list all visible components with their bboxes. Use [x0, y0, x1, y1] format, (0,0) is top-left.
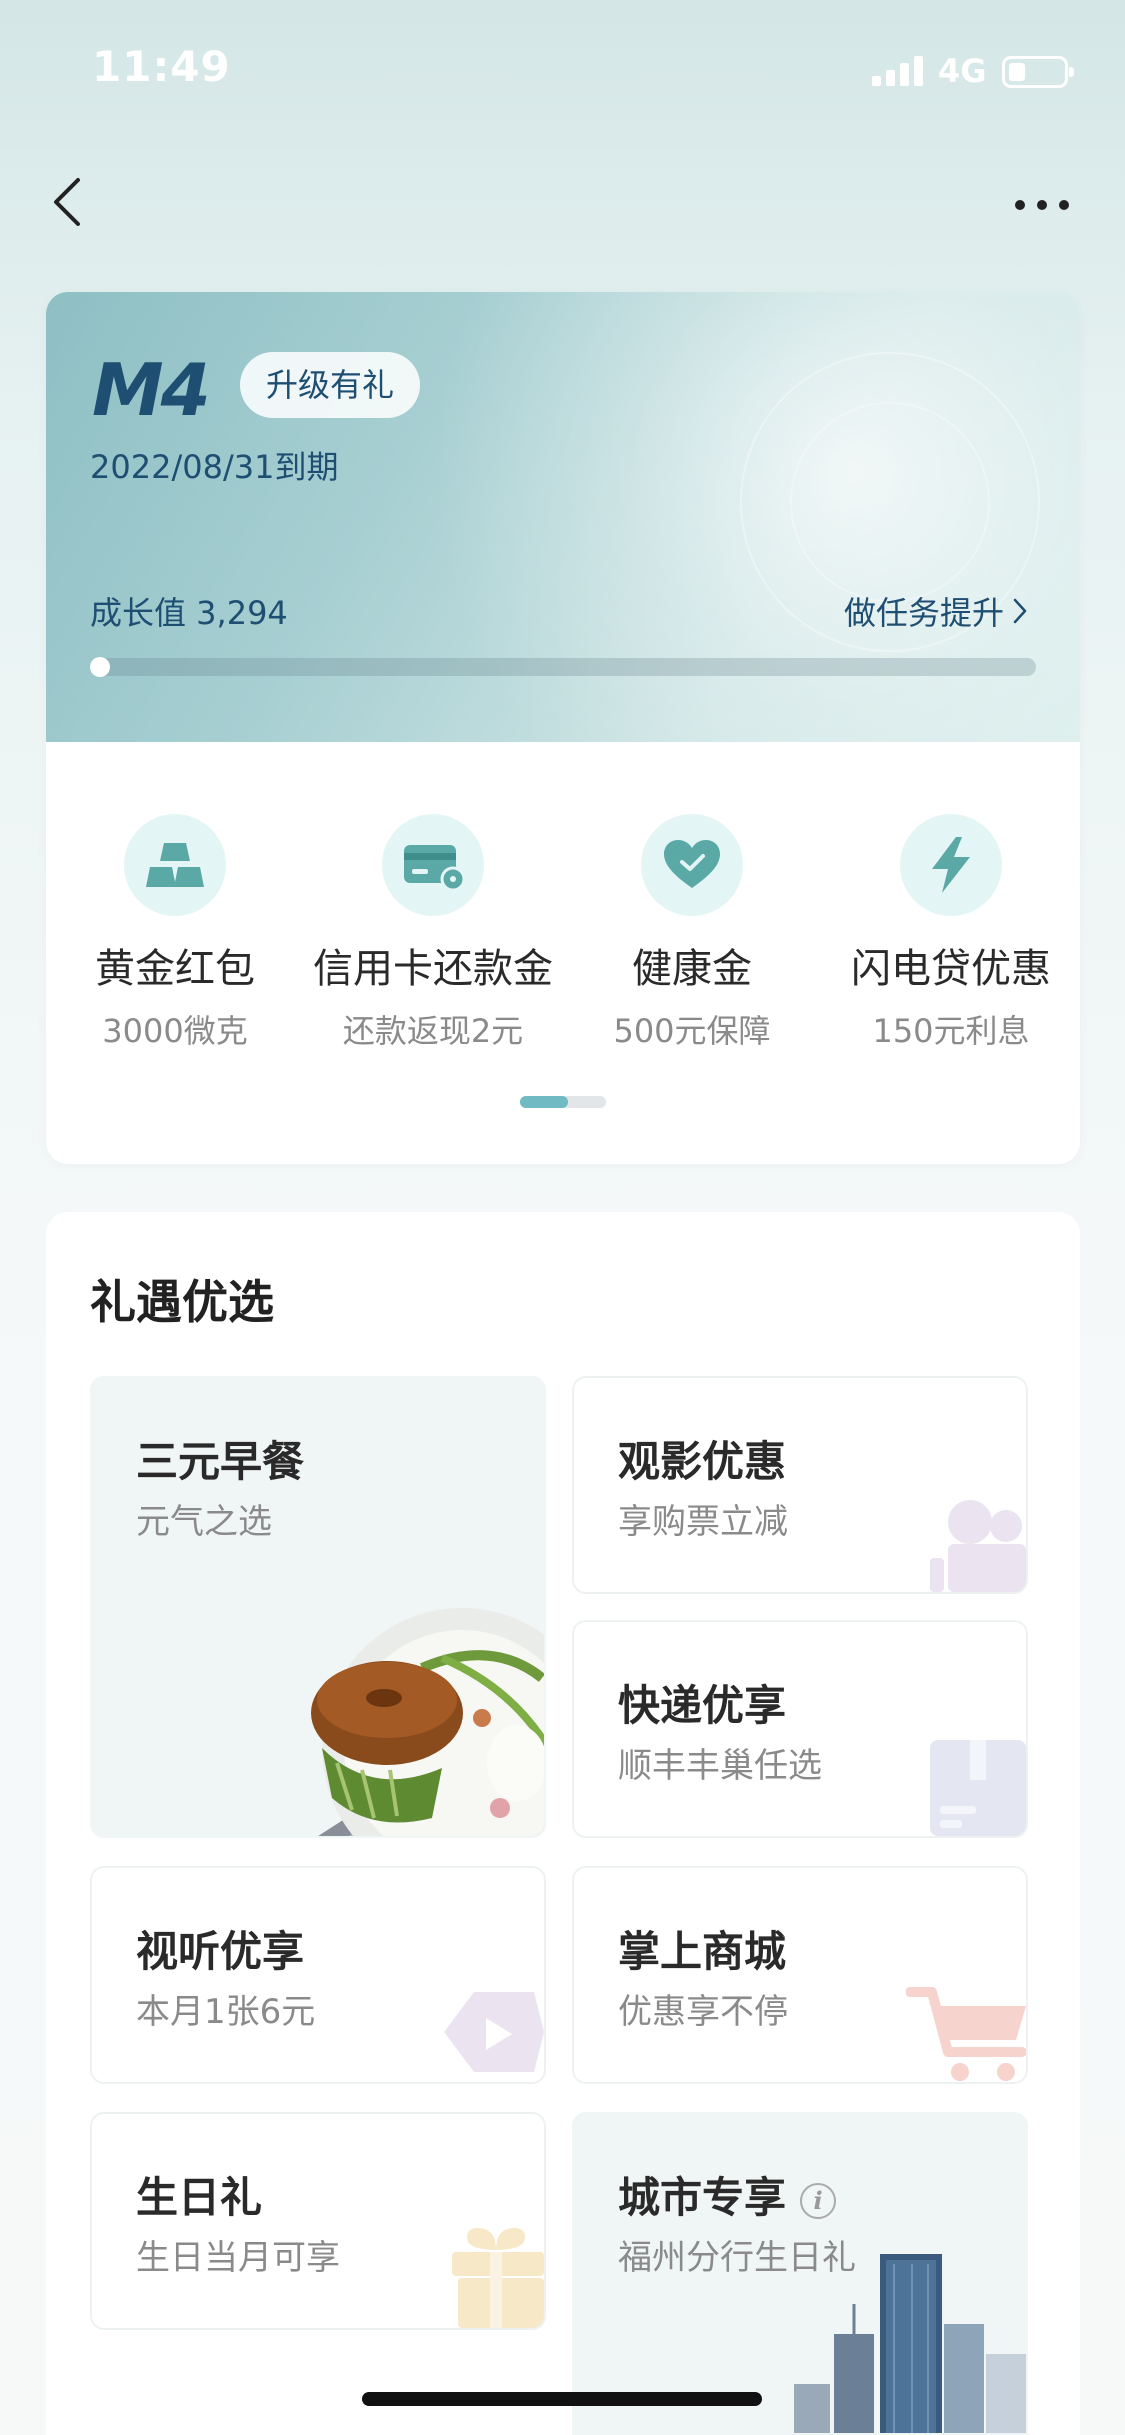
gift-tile-mall[interactable]: 掌上商城 优惠享不停: [572, 1866, 1028, 2084]
gift-title: 三元早餐: [136, 1437, 305, 1486]
growth-progress-bar: [90, 657, 1036, 677]
benefit-item[interactable]: 闪电贷优惠 150元利息: [822, 814, 1080, 1052]
gift-title: 城市专享: [618, 2173, 787, 2222]
expiry-date: 2022/08/31到期: [90, 448, 339, 486]
card-decoration: [790, 402, 990, 602]
gift-subtitle: 享购票立减: [618, 1502, 788, 1542]
package-icon: [930, 1740, 1026, 1836]
gift-title: 观影优惠: [618, 1437, 787, 1486]
status-bar: 11:49 4G: [0, 0, 1125, 140]
member-level: M4: [92, 348, 211, 432]
benefit-title: 信用卡还款金: [313, 946, 553, 992]
gift-tile-birthday[interactable]: 生日礼 生日当月可享: [90, 2112, 546, 2330]
gift-subtitle: 元气之选: [136, 1502, 272, 1542]
gift-subtitle: 优惠享不停: [618, 1992, 788, 2032]
gift-tile-express[interactable]: 快递优享 顺丰丰巢任选: [572, 1620, 1028, 1838]
chevron-right-icon: [1013, 598, 1027, 624]
heart-check-icon: [641, 814, 743, 916]
gold-bars-icon: [124, 814, 226, 916]
task-link[interactable]: 做任务提升: [844, 588, 1028, 634]
task-link-label: 做任务提升: [843, 594, 1004, 632]
gift-subtitle: 顺丰丰巢任选: [618, 1746, 822, 1786]
membership-card-header[interactable]: M4 升级有礼 2022/08/31到期 成长值 3,294 做任务提升: [46, 292, 1080, 742]
gift-tile-city[interactable]: 城市专享 i 福州分行生日礼: [572, 2112, 1028, 2435]
gift-title: 快递优享: [618, 1681, 787, 1730]
movie-camera-icon: [930, 1500, 1026, 1592]
benefit-item[interactable]: 健康金 500元保障: [563, 814, 821, 1052]
gift-title: 掌上商城: [618, 1927, 787, 1976]
info-icon[interactable]: i: [800, 2182, 837, 2219]
chevron-left-icon[interactable]: [48, 176, 92, 228]
shopping-cart-icon: [906, 1987, 1026, 2081]
gift-tile-breakfast[interactable]: 三元早餐 元气之选: [90, 1376, 546, 1838]
benefits-pager: [520, 1096, 606, 1108]
gift-title: 视听优享: [136, 1927, 305, 1976]
benefit-subtitle: 3000微克: [102, 1012, 248, 1050]
benefit-title: 闪电贷优惠: [851, 946, 1051, 992]
benefit-subtitle: 150元利息: [872, 1012, 1030, 1050]
gifts-section: 礼遇优选 三元早餐 元气之选 观影优惠 享购票立减 快递优享 顺丰丰巢任选 视听…: [46, 1212, 1080, 2435]
gift-tile-movie[interactable]: 观影优惠 享购票立减: [572, 1376, 1028, 1594]
benefit-title: 黄金红包: [95, 946, 255, 992]
city-skyline-image: [794, 2254, 1026, 2433]
status-time: 11:49: [92, 42, 231, 91]
benefits-row: 黄金红包 3000微克 信用卡还款金 还款返现2元 健康金 500元保障 闪电贷…: [46, 742, 1080, 1164]
network-type: 4G: [938, 52, 987, 90]
gift-subtitle: 本月1张6元: [136, 1992, 316, 2032]
benefit-title: 健康金: [632, 946, 752, 992]
home-indicator: [362, 2392, 762, 2406]
growth-value: 成长值 3,294: [90, 594, 288, 632]
benefit-subtitle: 还款返现2元: [342, 1012, 524, 1050]
progress-knob: [90, 657, 110, 677]
nav-bar: [0, 160, 1125, 240]
credit-card-icon: [382, 814, 484, 916]
battery-icon: [1002, 56, 1074, 88]
lightning-icon: [900, 814, 1002, 916]
upgrade-badge[interactable]: 升级有礼: [240, 352, 421, 418]
benefit-subtitle: 500元保障: [613, 1012, 771, 1050]
benefit-item[interactable]: 信用卡还款金 还款返现2元: [304, 814, 562, 1052]
gift-title-row: 城市专享 i: [618, 2164, 837, 2225]
gift-box-icon: [452, 2228, 544, 2328]
pager-active: [520, 1096, 568, 1108]
gifts-title: 礼遇优选: [90, 1275, 274, 1329]
gift-title: 生日礼: [136, 2173, 263, 2222]
membership-card: M4 升级有礼 2022/08/31到期 成长值 3,294 做任务提升 黄金红…: [46, 292, 1080, 1164]
gift-subtitle: 生日当月可享: [136, 2238, 340, 2278]
benefit-item[interactable]: 黄金红包 3000微克: [46, 814, 304, 1052]
more-icon[interactable]: [1012, 190, 1072, 213]
play-icon: [444, 1992, 544, 2072]
signal-icon: [872, 54, 923, 86]
breakfast-image: [311, 1608, 544, 1836]
gift-tile-media[interactable]: 视听优享 本月1张6元: [90, 1866, 546, 2084]
